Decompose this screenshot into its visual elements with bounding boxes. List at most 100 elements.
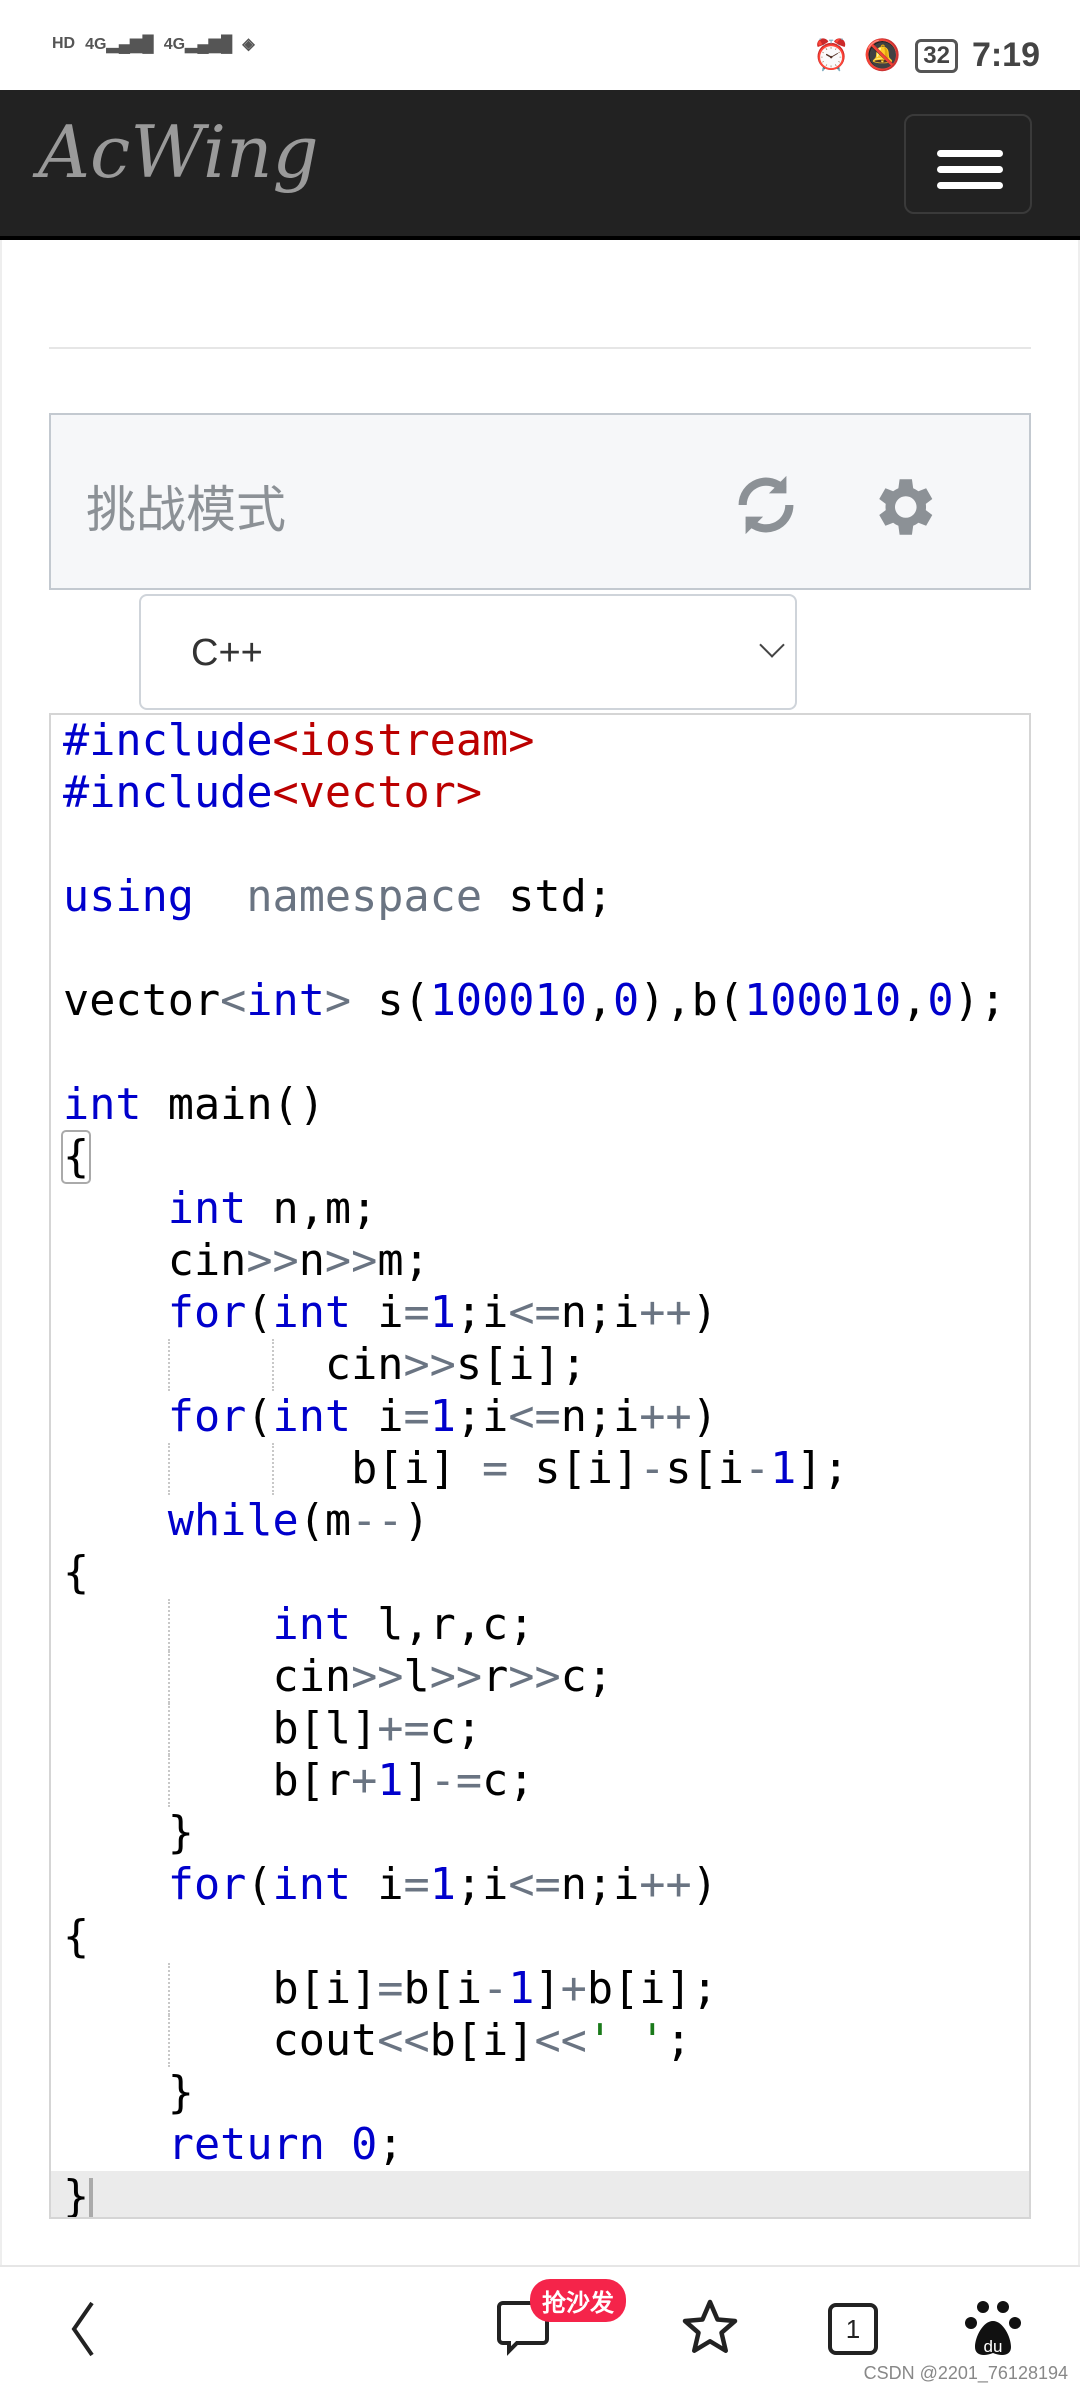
code-line[interactable]: int l,r,c; — [51, 1599, 1029, 1651]
tabs-button[interactable]: 1 — [828, 2303, 878, 2355]
baidu-paw-icon[interactable]: du — [963, 2297, 1027, 2361]
code-token: ) — [691, 1860, 718, 1910]
code-token: n;i — [560, 1860, 640, 1910]
indent-guide — [167, 1755, 170, 1807]
code-line[interactable]: cin>>n>>m; — [51, 1235, 1029, 1287]
code-token: > — [324, 976, 352, 1026]
indent-guide — [272, 1443, 275, 1495]
code-line[interactable]: #include<iostream> — [51, 715, 1029, 767]
code-token: = — [403, 1288, 430, 1338]
code-line[interactable]: vector<int> s(100010,0),b(100010,0); — [51, 975, 1029, 1027]
code-line[interactable]: } — [51, 2171, 1029, 2219]
code-token: int — [246, 976, 325, 1026]
code-token: int — [272, 1392, 352, 1442]
code-token: vector — [63, 976, 221, 1026]
code-token: n — [298, 1236, 325, 1286]
code-token: 0 — [351, 2120, 378, 2170]
code-line[interactable] — [51, 1027, 1029, 1079]
code-token: (m — [298, 1496, 352, 1546]
code-line[interactable]: int main() — [51, 1079, 1029, 1131]
code-token: s[i] — [508, 1444, 640, 1494]
code-line[interactable]: { — [51, 1547, 1029, 1599]
code-token: + — [351, 1756, 378, 1806]
code-line[interactable]: for(int i=1;i<=n;i++) — [51, 1859, 1029, 1911]
hamburger-icon-bar — [937, 166, 1003, 173]
divider — [49, 347, 1031, 349]
code-token: ;i — [455, 1860, 509, 1910]
code-token: s[i — [665, 1444, 744, 1494]
code-token: ) — [403, 1496, 430, 1546]
code-line[interactable] — [51, 923, 1029, 975]
code-line[interactable]: return 0; — [51, 2119, 1029, 2171]
browser-bottom-bar: 抢沙发 1 du CSDN @2201_76128194 — [0, 2265, 1080, 2388]
code-token: } — [63, 2172, 90, 2219]
code-line[interactable]: cout<<b[i]<<' '; — [51, 2015, 1029, 2067]
code-line[interactable] — [51, 819, 1029, 871]
code-token: s[i]; — [455, 1340, 587, 1390]
code-token: #include — [63, 716, 273, 766]
code-line[interactable]: b[r+1]-=c; — [51, 1755, 1029, 1807]
code-token: i — [351, 1288, 404, 1338]
back-button[interactable] — [60, 2297, 124, 2361]
code-token: while — [167, 1496, 299, 1546]
code-token: n;i — [560, 1288, 640, 1338]
code-token: ( — [246, 1860, 273, 1910]
code-token: ); — [953, 976, 1006, 1026]
code-line[interactable]: while(m--) — [51, 1495, 1029, 1547]
menu-toggle-button[interactable] — [904, 114, 1032, 214]
code-token: b[l] — [63, 1704, 378, 1754]
status-bar: HD 4G▂▄▆█ 4G▂▄▆█ ◈ ⏰ 🔕 32 7:19 — [0, 0, 1080, 90]
gear-icon[interactable] — [866, 470, 936, 540]
code-line[interactable]: cin>>s[i]; — [51, 1339, 1029, 1391]
code-token: 1 — [429, 1288, 456, 1338]
hamburger-icon — [937, 150, 1003, 157]
code-token: ++ — [639, 1392, 692, 1442]
acwing-logo[interactable]: AcWing — [38, 110, 319, 194]
code-token: b[r — [63, 1756, 352, 1806]
code-line[interactable]: #include<vector> — [51, 767, 1029, 819]
refresh-icon[interactable] — [731, 470, 801, 540]
code-line[interactable]: for(int i=1;i<=n;i++) — [51, 1391, 1029, 1443]
code-line[interactable]: using namespace std; — [51, 871, 1029, 923]
code-token: b[i] — [63, 1964, 378, 2014]
code-line[interactable]: } — [51, 2067, 1029, 2119]
code-token: >> — [351, 1652, 404, 1702]
code-token: 1 — [429, 1392, 456, 1442]
code-line[interactable]: { — [51, 1130, 1029, 1184]
code-line[interactable]: b[i] = s[i]-s[i-1]; — [51, 1443, 1029, 1495]
code-token: b[i]; — [586, 1964, 718, 2014]
indent-guide — [167, 1339, 170, 1391]
code-token: } — [63, 1808, 194, 1858]
code-line[interactable]: for(int i=1;i<=n;i++) — [51, 1287, 1029, 1339]
code-line[interactable]: b[l]+=c; — [51, 1703, 1029, 1755]
code-line[interactable]: } — [51, 1807, 1029, 1859]
code-token: n,m; — [246, 1184, 378, 1234]
code-line[interactable]: b[i]=b[i-1]+b[i]; — [51, 1963, 1029, 2015]
code-token: { — [60, 1130, 92, 1184]
code-token: ++ — [639, 1860, 692, 1910]
challenge-mode-title: 挑战模式 — [86, 482, 286, 538]
code-token: , — [586, 976, 614, 1026]
code-editor[interactable]: #include<iostream> #include<vector> using … — [49, 713, 1031, 2219]
code-line[interactable]: { — [51, 1911, 1029, 1963]
code-line[interactable]: cin>>l>>r>>c; — [51, 1651, 1029, 1703]
star-icon[interactable] — [680, 2297, 744, 2361]
code-token: 1 — [429, 1860, 456, 1910]
code-token: c; — [482, 1756, 535, 1806]
code-token: int — [167, 1184, 247, 1234]
language-select[interactable]: C++ — [139, 594, 797, 710]
comment-badge[interactable]: 抢沙发 — [530, 2279, 626, 2322]
code-token: + — [560, 1964, 587, 2014]
code-token: 0 — [927, 976, 954, 1026]
code-token: ' ' — [586, 2016, 666, 2066]
code-token: - — [639, 1444, 666, 1494]
code-token: cin — [63, 1236, 247, 1286]
code-line[interactable]: int n,m; — [51, 1183, 1029, 1235]
code-token: << — [534, 2016, 587, 2066]
code-token: = — [403, 1392, 430, 1442]
code-token: cin — [63, 1652, 352, 1702]
signal-4g-icon: 4G▂▄▆█ — [163, 36, 233, 53]
code-token: >> — [324, 1236, 378, 1286]
